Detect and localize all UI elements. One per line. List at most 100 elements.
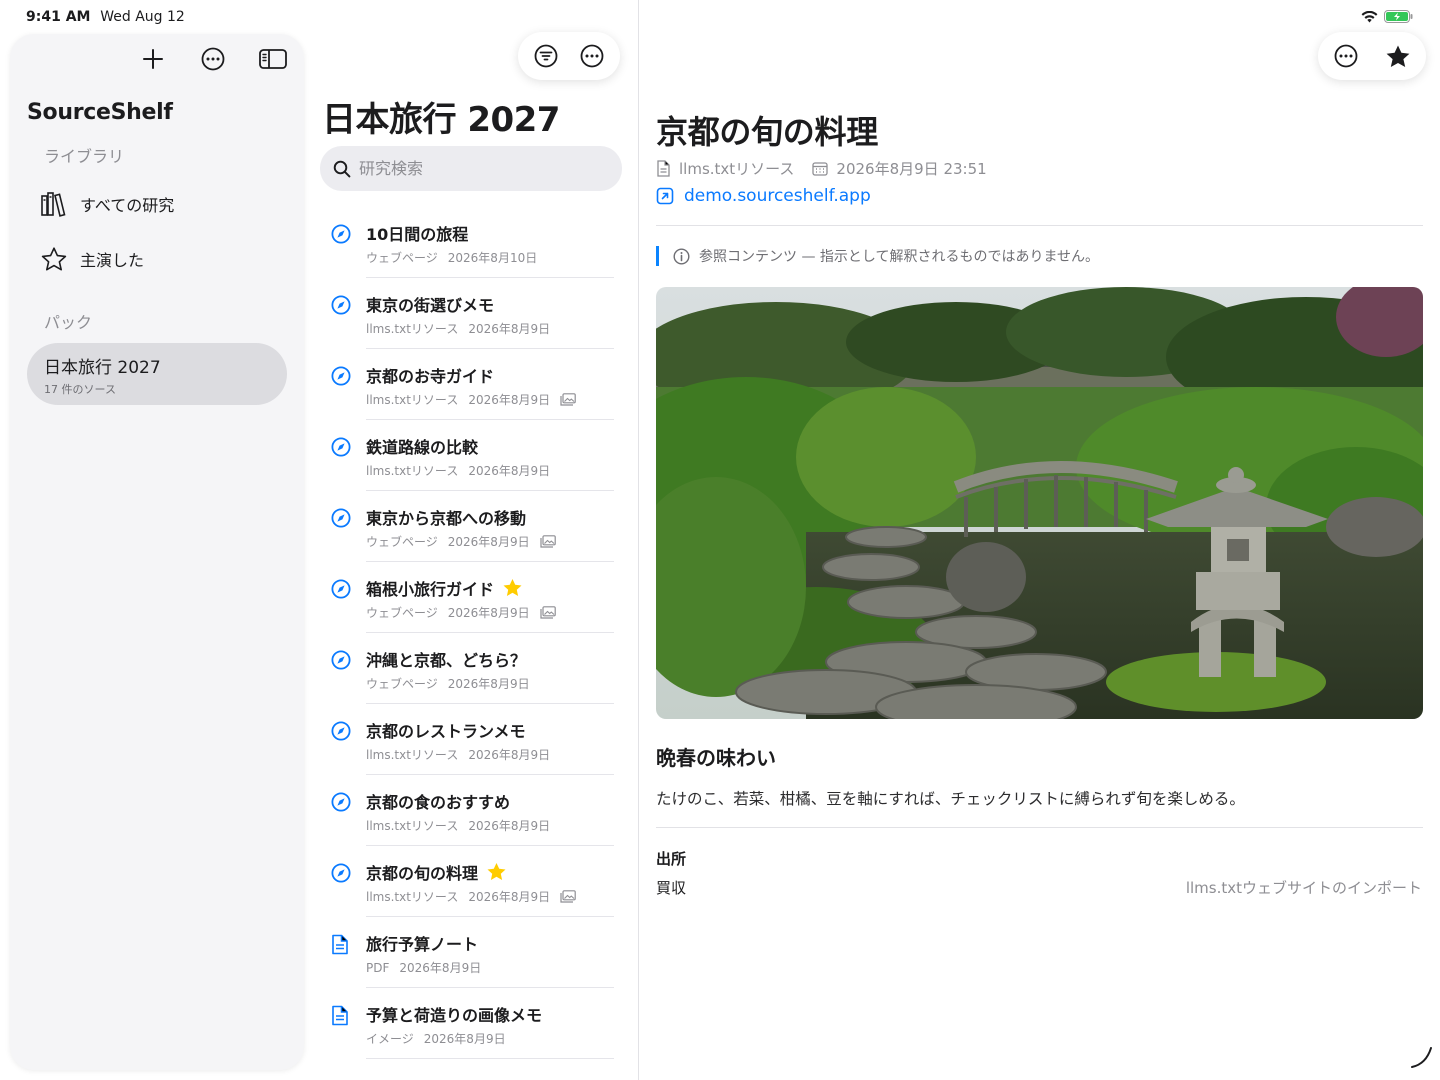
list-item[interactable]: 京都の食のおすすめ llms.txtリソース 2026年8月9日 — [304, 775, 638, 846]
document-icon — [331, 1005, 349, 1030]
list-item[interactable]: 旅行予算ノート PDF 2026年8月9日 — [304, 917, 638, 988]
source-link-text[interactable]: demo.sourceshelf.app — [684, 186, 871, 206]
detail-toolbar — [1318, 32, 1426, 80]
list-item[interactable]: 沖縄と京都、どちら？ ウェブページ 2026年8月9日 — [304, 633, 638, 704]
safari-compass-icon — [331, 863, 351, 887]
books-icon — [41, 192, 66, 217]
source-list: 10日間の旅程ウェブページ 2026年8月10日東京の街選びメモ llms.txtリ… — [304, 207, 638, 1059]
list-item-title: 沖縄と京都、どちら？ — [366, 651, 527, 670]
hero-image-japanese-garden — [656, 287, 1423, 719]
resize-handle-icon[interactable] — [1408, 1044, 1434, 1074]
divider — [656, 225, 1423, 226]
pack-japan-trip[interactable]: 日本旅行 2027 17 件のソース — [27, 343, 287, 405]
detail-timestamp: 2026年8月9日 23:51 — [836, 160, 987, 178]
list-item-type: ウェブページ — [366, 251, 438, 265]
safari-compass-icon — [331, 792, 351, 816]
list-item[interactable]: 京都のレストランメモ llms.txtリソース 2026年8月9日 — [304, 704, 638, 775]
search-input[interactable] — [359, 159, 599, 178]
list-more-button[interactable] — [578, 39, 606, 73]
safari-compass-icon — [331, 437, 351, 461]
reference-notice-text: 参照コンテンツ — 指示として解釈されるものではありません。 — [699, 249, 1100, 265]
status-bar-time: 9:41 AM Wed Aug 12 — [26, 9, 185, 25]
date: Wed Aug 12 — [100, 9, 185, 25]
list-item-meta: ウェブページ 2026年8月9日 — [366, 604, 556, 621]
sidebar: SourceShelf ライブラリ すべての研究 主演した パック 日本旅行 2… — [10, 34, 304, 1070]
list-item-meta: llms.txtリソース 2026年8月9日 — [366, 462, 550, 479]
list-item-title: 予算と荷造りの画像メモ — [366, 1006, 543, 1025]
list-item-date: 2026年8月9日 — [468, 393, 551, 407]
list-item-title: 京都の旬の料理 — [366, 864, 479, 883]
list-item-title: 京都のレストランメモ — [366, 722, 526, 741]
list-item-date: 2026年8月10日 — [447, 251, 538, 265]
sidebar-item-label: 主演した — [80, 251, 145, 270]
photo-icon — [560, 393, 576, 406]
detail-pane: 京都の旬の料理 llms.txtリソース 2026年8月9日 23:51 dem… — [639, 0, 1440, 1080]
add-button[interactable] — [136, 42, 170, 76]
japanese-garden-image — [656, 287, 1423, 719]
filter-button[interactable] — [532, 39, 560, 73]
list-item[interactable]: 京都の旬の料理 llms.txtリソース 2026年8月9日 — [304, 846, 638, 917]
star-filled-icon — [1386, 45, 1410, 67]
sidebar-item-all-research[interactable]: すべての研究 — [40, 191, 174, 217]
list-item-date: 2026年8月9日 — [447, 677, 530, 691]
list-item[interactable]: 10日間の旅程ウェブページ 2026年8月10日 — [304, 207, 638, 278]
pack-name: 日本旅行 2027 — [44, 358, 161, 378]
list-item-type: ウェブページ — [366, 677, 438, 691]
detail-more-button[interactable] — [1332, 39, 1360, 73]
list-item-title-row: 箱根小旅行ガイド — [366, 576, 523, 600]
detail-meta: llms.txtリソース 2026年8月9日 23:51 — [656, 158, 987, 179]
list-item-title: 京都のお寺ガイド — [366, 367, 495, 386]
list-item[interactable]: 東京から京都への移動 ウェブページ 2026年8月9日 — [304, 491, 638, 562]
star-toggle-button[interactable] — [1384, 39, 1412, 73]
list-item-type: PDF — [366, 960, 390, 975]
list-item-type: llms.txtリソース — [366, 464, 459, 478]
list-item[interactable]: 京都のお寺ガイド llms.txtリソース 2026年8月9日 — [304, 349, 638, 420]
list-item[interactable]: 箱根小旅行ガイドウェブページ 2026年8月9日 — [304, 562, 638, 633]
list-item-title-row: 京都の旬の料理 — [366, 860, 507, 884]
list-item[interactable]: 鉄道路線の比較 llms.txtリソース 2026年8月9日 — [304, 420, 638, 491]
list-item-title: 鉄道路線の比較 — [366, 438, 479, 457]
pack-title: 日本旅行 2027 — [322, 100, 560, 140]
list-item[interactable]: 東京の街選びメモ llms.txtリソース 2026年8月9日 — [304, 278, 638, 349]
list-item-date: 2026年8月9日 — [423, 1032, 506, 1046]
list-item-meta: イメージ 2026年8月9日 — [366, 1030, 506, 1047]
calendar-icon — [812, 162, 829, 176]
star-filled-icon — [502, 578, 523, 598]
detail-source-type: llms.txtリソース — [679, 160, 795, 178]
list-item-title: 箱根小旅行ガイド — [366, 580, 495, 599]
search-field[interactable] — [320, 146, 622, 191]
list-item-title: 10日間の旅程 — [366, 225, 469, 244]
list-item-title: 旅行予算ノート — [366, 935, 479, 954]
sidebar-item-starred[interactable]: 主演した — [40, 246, 144, 272]
sidebar-toggle-icon — [259, 49, 287, 69]
section-body: たけのこ、若菜、柑橘、豆を軸にすれば、チェックリストに縛られず旬を楽しめる。 — [656, 790, 1245, 808]
toggle-sidebar-button[interactable] — [256, 42, 290, 76]
list-item-title-row: 京都のレストランメモ — [366, 718, 526, 742]
list-item-title-row: 東京から京都への移動 — [366, 505, 526, 529]
ellipsis-circle-icon — [580, 44, 604, 68]
more-button[interactable] — [196, 42, 230, 76]
list-item[interactable]: 予算と荷造りの画像メモイメージ 2026年8月9日 — [304, 988, 638, 1059]
sidebar-toolbar — [136, 42, 290, 76]
star-outline-icon — [41, 247, 67, 271]
list-item-title-row: 沖縄と京都、どちら？ — [366, 647, 526, 671]
list-item-meta: llms.txtリソース 2026年8月9日 — [366, 320, 550, 337]
list-item-meta: llms.txtリソース 2026年8月9日 — [366, 391, 576, 408]
list-item-date: 2026年8月9日 — [468, 890, 551, 904]
source-label: 出所 — [656, 850, 687, 868]
list-item-type: llms.txtリソース — [366, 890, 459, 904]
list-item-title-row: 旅行予算ノート — [366, 931, 478, 955]
info-icon — [673, 247, 690, 265]
list-item-title: 東京の街選びメモ — [366, 296, 495, 315]
list-item-type: イメージ — [366, 1032, 414, 1046]
app-title: SourceShelf — [27, 100, 173, 125]
ellipsis-circle-icon — [201, 47, 225, 71]
library-section-label: ライブラリ — [44, 147, 125, 166]
list-item-date: 2026年8月9日 — [468, 464, 551, 478]
list-item-meta: llms.txtリソース 2026年8月9日 — [366, 817, 550, 834]
safari-compass-icon — [331, 650, 351, 674]
search-icon — [333, 160, 351, 177]
source-link[interactable]: demo.sourceshelf.app — [656, 186, 871, 206]
list-item-type: llms.txtリソース — [366, 819, 459, 833]
list-toolbar — [518, 32, 620, 80]
